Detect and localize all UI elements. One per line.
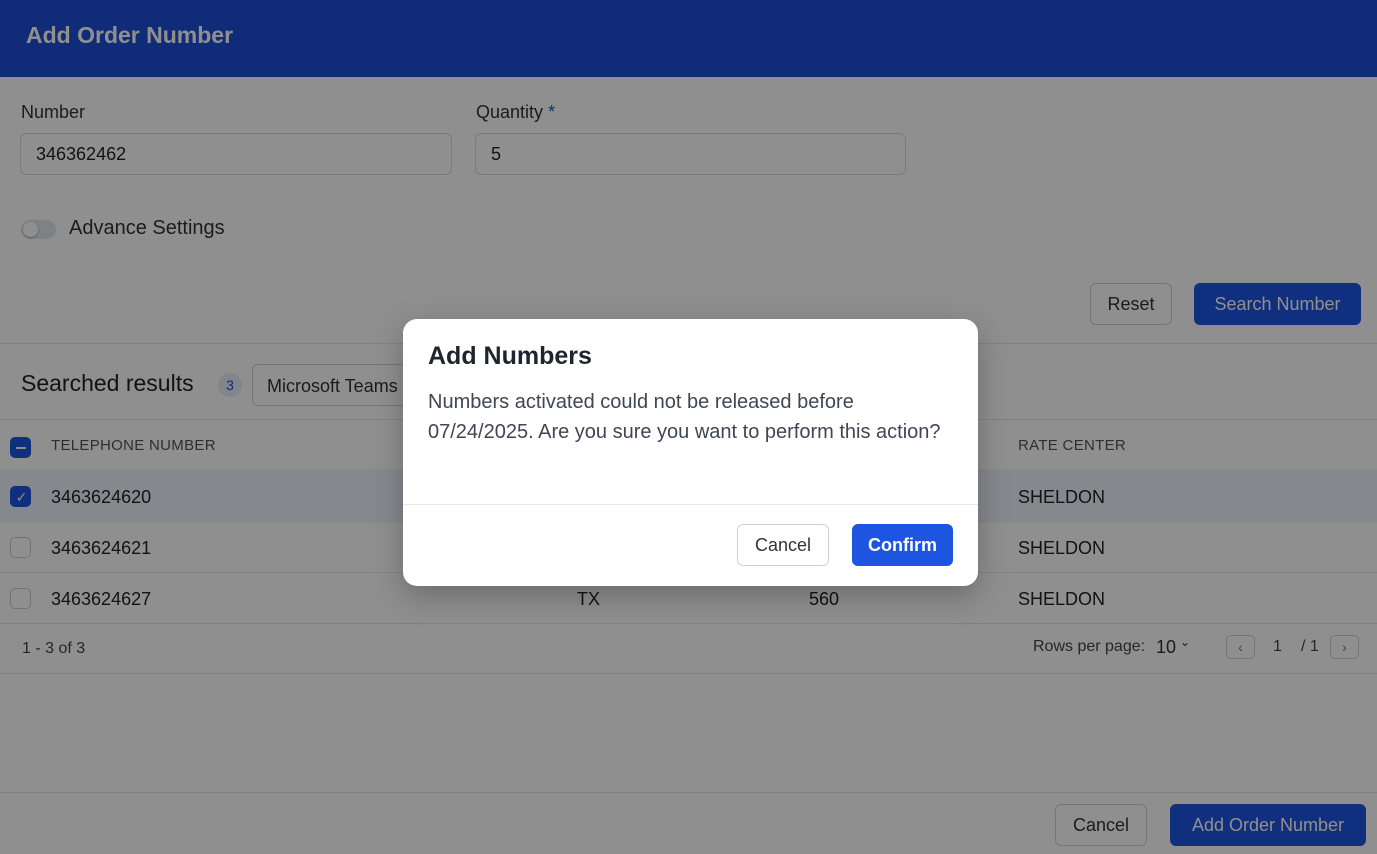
dialog-divider — [403, 504, 978, 505]
dialog-message: Numbers activated could not be released … — [428, 391, 941, 443]
add-numbers-dialog: Add Numbers Numbers activated could not … — [403, 319, 978, 586]
dialog-cancel-button[interactable]: Cancel — [737, 524, 829, 566]
dialog-confirm-button[interactable]: Confirm — [852, 524, 953, 566]
dialog-title: Add Numbers — [428, 342, 592, 370]
